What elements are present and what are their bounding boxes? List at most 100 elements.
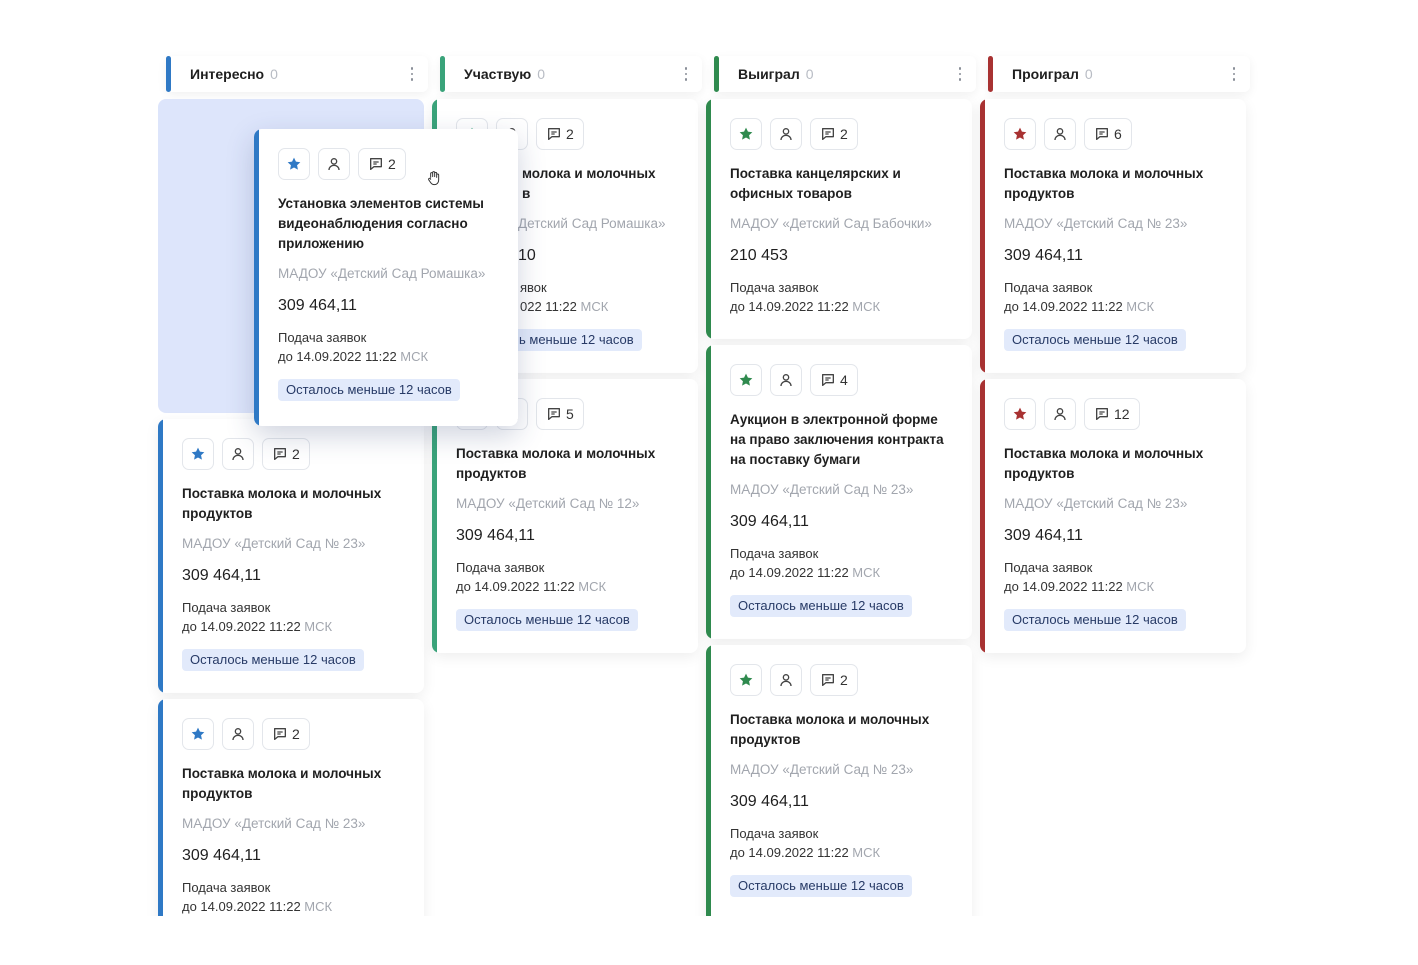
comments-button[interactable]: 2: [262, 718, 310, 750]
card-price: 309 464,11: [182, 847, 261, 864]
assign-user-button[interactable]: [318, 148, 350, 180]
more-options-icon[interactable]: [406, 65, 418, 83]
column-header-interesting[interactable]: Интересно 0: [166, 56, 428, 92]
grab-cursor-icon: [428, 171, 440, 186]
favorite-star-button[interactable]: [730, 364, 762, 396]
card-title[interactable]: Поставка молока и молочных продуктов: [182, 484, 414, 524]
column-color-bar: [440, 56, 445, 92]
user-icon: [328, 158, 340, 171]
card-organization: МАДОУ «Детский Сад № 23»: [182, 536, 366, 551]
card-price: 309 464,11: [1004, 527, 1083, 544]
comments-button[interactable]: 4: [810, 364, 858, 396]
tender-card[interactable]: 2 Поставка молока и молочных продуктов М…: [158, 419, 424, 693]
comments-button[interactable]: 5: [536, 398, 584, 430]
time-left-badge: Осталось меньше 12 часов: [1004, 609, 1186, 631]
column-count: 0: [805, 66, 814, 82]
favorite-star-button[interactable]: [182, 718, 214, 750]
card-title[interactable]: Аукцион в электронной форме на право зак…: [730, 410, 955, 470]
card-stripe: [254, 129, 259, 426]
favorite-star-button[interactable]: [1004, 398, 1036, 430]
card-stripe: [980, 379, 985, 653]
deadline-timezone: МСК: [304, 619, 333, 634]
deadline-timezone: МСК: [852, 299, 881, 314]
card-organization: МАДОУ «Детский Сад № 23»: [730, 762, 914, 777]
tender-card[interactable]: 12 Поставка молока и молочных продуктов …: [980, 379, 1246, 653]
card-deadline: Подача заявок до 14.09.2022 11:22 МСК: [456, 558, 688, 596]
deadline-date: до 14.09.2022 11:22: [1004, 579, 1123, 594]
comments-count: 5: [566, 406, 574, 422]
time-left-badge: Осталось меньше 12 часов: [730, 875, 912, 897]
favorite-star-button[interactable]: [182, 438, 214, 470]
card-title[interactable]: Поставка молока и молочных продуктов: [730, 710, 940, 750]
card-title[interactable]: Поставка молока и молочных продуктов: [1004, 444, 1236, 484]
deadline-date: до 14.09.2022 11:22: [278, 349, 397, 364]
tender-card[interactable]: 4 Аукцион в электронной форме на право з…: [706, 345, 972, 639]
column-header-lost[interactable]: Проиграл 0: [988, 56, 1250, 92]
favorite-star-button[interactable]: [278, 148, 310, 180]
comments-button[interactable]: 2: [358, 148, 406, 180]
comment-icon: [370, 158, 382, 170]
time-left-badge: Осталось меньше 12 часов: [456, 609, 638, 631]
comment-icon: [274, 448, 286, 460]
star-icon: [1013, 407, 1027, 420]
tender-card[interactable]: 6 Поставка молока и молочных продуктов М…: [980, 99, 1246, 373]
comments-button[interactable]: 2: [536, 118, 584, 150]
column-title: Проиграл: [1012, 66, 1079, 82]
assign-user-button[interactable]: [1044, 398, 1076, 430]
column-title: Интересно: [190, 66, 265, 82]
column-header-won[interactable]: Выиграл 0: [714, 56, 976, 92]
comments-count: 2: [388, 156, 396, 172]
column-count: 0: [1084, 66, 1093, 82]
column-count: 0: [270, 66, 278, 82]
comment-icon: [1096, 408, 1108, 420]
deadline-timezone: МСК: [580, 299, 609, 314]
comments-button[interactable]: 2: [810, 664, 858, 696]
column-header-participate[interactable]: Участвую 0: [440, 56, 702, 92]
comments-button[interactable]: 2: [810, 118, 858, 150]
comments-count: 2: [566, 126, 574, 142]
card-organization: МАДОУ «Детский Сад № 23»: [182, 816, 366, 831]
comment-icon: [274, 728, 286, 740]
deadline-label: Подача заявок: [1004, 280, 1093, 295]
dragged-tender-card[interactable]: 2 Установка элементов системы видеонаблю…: [254, 129, 518, 426]
card-title[interactable]: Поставка молока и молочных продуктов: [182, 764, 414, 804]
assign-user-button[interactable]: [222, 718, 254, 750]
more-options-icon[interactable]: [1228, 65, 1240, 83]
comments-button[interactable]: 12: [1084, 398, 1140, 430]
card-stripe: [706, 99, 711, 339]
card-deadline: Подача заявок до 14.09.2022 11:22 МСК: [1004, 278, 1236, 316]
comment-icon: [1096, 127, 1108, 140]
assign-user-button[interactable]: [222, 438, 254, 470]
deadline-timezone: МСК: [400, 349, 429, 364]
card-title[interactable]: Установка элементов системы видеонаблюде…: [278, 194, 493, 254]
comments-count: 2: [292, 726, 300, 742]
tender-card[interactable]: 2 Поставка молока и молочных продуктов М…: [706, 645, 972, 935]
tender-card[interactable]: 2 Поставка канцелярских и офисных товаро…: [706, 99, 972, 339]
card-title[interactable]: Поставка молока и молочных продуктов: [1004, 164, 1236, 204]
favorite-star-button[interactable]: [1004, 118, 1036, 150]
deadline-label: Подача заявок: [182, 880, 271, 895]
deadline-date: до 14.09.2022 11:22: [182, 899, 301, 914]
card-stripe: [706, 345, 711, 639]
tender-card[interactable]: 2 Поставка молока и молочных продуктов М…: [158, 699, 424, 929]
deadline-date: до 14.09.2022 11:22: [730, 299, 849, 314]
favorite-star-button[interactable]: [730, 664, 762, 696]
comments-button[interactable]: 2: [262, 438, 310, 470]
comments-button[interactable]: 6: [1084, 118, 1132, 150]
card-organization: МАДОУ «Детский Сад Бабочки»: [730, 216, 932, 231]
assign-user-button[interactable]: [770, 364, 802, 396]
card-title[interactable]: Поставка молока и молочных продуктов: [456, 444, 688, 484]
card-deadline: Подача заявок до 14.09.2022 11:22 МСК: [182, 878, 414, 916]
deadline-label: Подача заявок: [456, 560, 545, 575]
deadline-timezone: МСК: [304, 899, 333, 914]
assign-user-button[interactable]: [1044, 118, 1076, 150]
card-title[interactable]: Поставка канцелярских и офисных товаров: [730, 164, 910, 204]
more-options-icon[interactable]: [680, 65, 692, 83]
assign-user-button[interactable]: [770, 664, 802, 696]
comment-icon: [822, 374, 834, 386]
card-organization: МАДОУ «Детский Сад № 23»: [1004, 216, 1188, 231]
assign-user-button[interactable]: [770, 118, 802, 150]
user-icon: [1054, 408, 1066, 421]
more-options-icon[interactable]: [954, 65, 966, 83]
favorite-star-button[interactable]: [730, 118, 762, 150]
